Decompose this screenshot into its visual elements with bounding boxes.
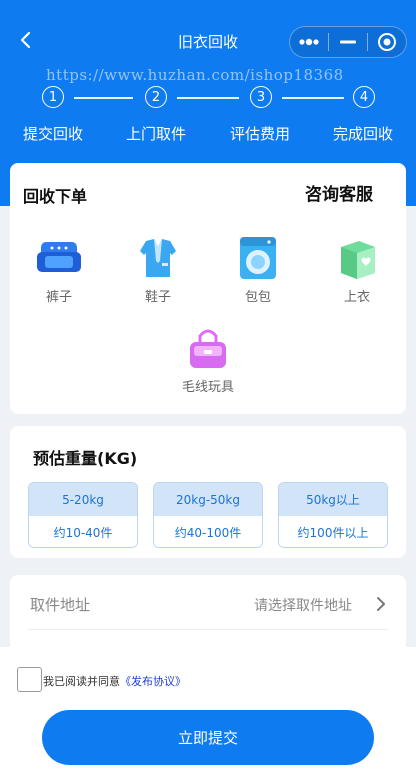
weight-option[interactable]: 20kg-50kg 约40-100件 (153, 482, 263, 548)
category-item[interactable]: 鞋子 (118, 236, 198, 305)
step-2-label: 上门取件 (125, 125, 186, 143)
agreement-text: 我已阅读并同意《发布协议》 (43, 673, 186, 689)
category-item[interactable]: 裤子 (19, 236, 99, 305)
weight-card-title: 预估重量(KG) (33, 449, 138, 468)
miniprogram-capsule (289, 26, 407, 58)
address-label: 取件地址 (30, 596, 91, 614)
item-count: 约10-40件 (29, 516, 137, 547)
pickup-address-row[interactable]: 取件地址 请选择取件地址 (10, 575, 406, 655)
category-item[interactable]: 上衣 (317, 236, 397, 305)
weight-option[interactable]: 5-20kg 约10-40件 (28, 482, 138, 548)
step-4-label: 完成回收 (332, 125, 393, 143)
gift-box-icon (335, 236, 379, 280)
step-1-label: 提交回收 (22, 125, 83, 143)
order-card-title: 回收下单 (23, 187, 88, 206)
agreement-checkbox[interactable] (17, 667, 42, 692)
category-item[interactable]: 毛线玩具 (168, 326, 248, 395)
progress-steps: 1 2 3 4 提交回收 上门取件 评估费用 完成回收 (0, 86, 416, 146)
step-4-number: 4 (353, 86, 375, 108)
item-count: 约40-100件 (154, 516, 262, 547)
weight-range: 50kg以上 (279, 483, 387, 516)
minimize-icon[interactable] (329, 27, 367, 57)
more-icon[interactable] (290, 27, 328, 57)
weight-estimate-card: 预估重量(KG) 5-20kg 约10-40件 20kg-50kg 约40-10… (10, 426, 406, 558)
weight-range: 20kg-50kg (154, 483, 262, 516)
item-count: 约100件以上 (279, 516, 387, 547)
step-connector (177, 97, 239, 99)
step-connector (74, 97, 133, 99)
submit-button[interactable]: 立即提交 (42, 710, 374, 765)
category-label: 鞋子 (144, 290, 171, 305)
sofa-icon (37, 236, 81, 280)
weight-option[interactable]: 50kg以上 约100件以上 (278, 482, 388, 548)
bottom-action-bar: 我已阅读并同意《发布协议》 立即提交 (0, 647, 416, 781)
divider (28, 629, 388, 630)
step-1-number: 1 (42, 86, 64, 108)
category-item[interactable]: 包包 (218, 236, 298, 305)
weight-range: 5-20kg (29, 483, 137, 516)
category-label: 毛线玩具 (181, 380, 234, 395)
step-3-label: 评估费用 (229, 125, 290, 143)
recycle-order-card: 回收下单 咨询客服 裤子 鞋子 包包 上衣 毛线玩具 (10, 163, 406, 414)
watermark-text: https://www.huzhan.com/ishop18368 (46, 66, 344, 84)
washing-machine-icon (236, 236, 280, 280)
customer-service-link[interactable]: 咨询客服 (305, 180, 373, 205)
step-2-number: 2 (145, 86, 167, 108)
agreement-label: 我已阅读并同意 (43, 675, 120, 688)
bag-icon (186, 326, 230, 370)
close-target-icon[interactable] (368, 27, 406, 57)
agreement-link[interactable]: 《发布协议》 (120, 675, 186, 688)
step-connector (282, 97, 344, 99)
step-3-number: 3 (250, 86, 272, 108)
chevron-right-icon (376, 596, 386, 616)
suit-icon (136, 236, 180, 280)
category-label: 裤子 (45, 290, 72, 305)
category-label: 包包 (244, 290, 271, 305)
category-label: 上衣 (343, 290, 370, 305)
address-placeholder: 请选择取件地址 (254, 598, 352, 614)
